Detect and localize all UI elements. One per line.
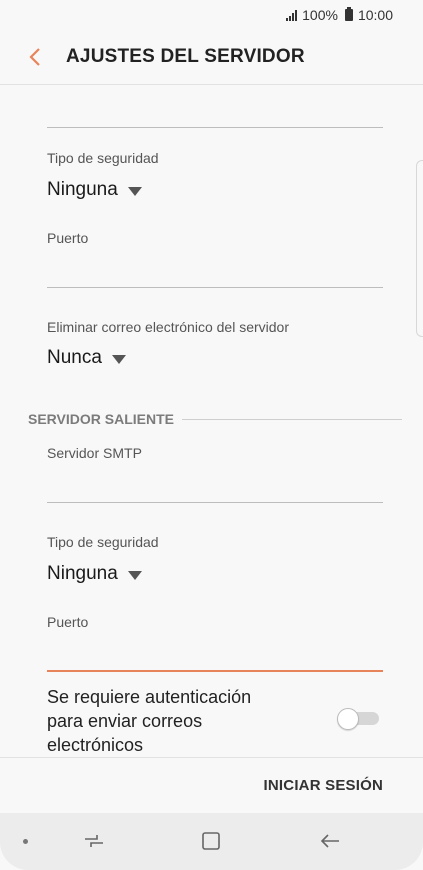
auth-required-label: Se requiere autenticación para enviar co… <box>47 687 252 755</box>
chevron-left-icon[interactable] <box>20 42 50 72</box>
status-indicators: 100% 10:00 <box>286 6 393 24</box>
toggle-knob <box>337 708 359 730</box>
field-underline-focused <box>47 670 383 672</box>
recent-apps-icon[interactable] <box>80 829 108 853</box>
incoming-security-type-label: Tipo de seguridad <box>47 150 159 166</box>
incoming-port-input[interactable] <box>47 253 383 287</box>
smtp-server-input[interactable] <box>47 468 383 502</box>
field-underline <box>47 502 383 503</box>
field-underline <box>47 127 383 128</box>
delete-from-server-label: Eliminar correo electrónico del servidor <box>47 319 289 335</box>
sign-in-button[interactable]: INICIAR SESIÓN <box>264 777 383 794</box>
home-icon[interactable] <box>197 829 225 853</box>
status-bar: 100% 10:00 <box>0 0 423 30</box>
footer: INICIAR SESIÓN <box>0 757 423 814</box>
delete-from-server-value: Nunca <box>47 347 102 368</box>
delete-from-server-dropdown[interactable]: Nunca <box>47 347 126 369</box>
outgoing-security-type-label: Tipo de seguridad <box>47 534 159 550</box>
caret-down-icon <box>127 186 142 196</box>
field-underline <box>47 287 383 288</box>
smtp-server-label: Servidor SMTP <box>47 445 142 461</box>
nav-dot-indicator <box>23 839 28 844</box>
battery-icon <box>344 7 353 21</box>
system-navigation-bar <box>0 813 423 870</box>
caret-down-icon <box>111 354 126 364</box>
server-settings-form: Tipo de seguridad Ninguna Puerto Elimina… <box>0 85 423 757</box>
signal-icon <box>286 9 298 21</box>
battery-percentage: 100% <box>302 7 338 23</box>
incoming-port-label: Puerto <box>47 230 89 246</box>
section-divider <box>182 418 402 420</box>
outgoing-port-label: Puerto <box>47 614 89 630</box>
page-title: AJUSTES DEL SERVIDOR <box>66 46 305 67</box>
clock: 10:00 <box>357 7 393 23</box>
outgoing-port-input[interactable] <box>47 637 383 669</box>
auth-required-toggle[interactable] <box>337 706 381 730</box>
back-arrow-icon[interactable] <box>316 829 344 853</box>
app-header: AJUSTES DEL SERVIDOR <box>0 30 423 85</box>
outgoing-server-section: SERVIDOR SALIENTE <box>28 410 402 428</box>
section-title: SERVIDOR SALIENTE <box>28 411 174 427</box>
incoming-security-type-dropdown[interactable]: Ninguna <box>47 179 142 201</box>
incoming-security-type-value: Ninguna <box>47 179 118 200</box>
outgoing-security-type-dropdown[interactable]: Ninguna <box>47 563 142 585</box>
outgoing-security-type-value: Ninguna <box>47 563 118 584</box>
caret-down-icon <box>127 570 142 580</box>
